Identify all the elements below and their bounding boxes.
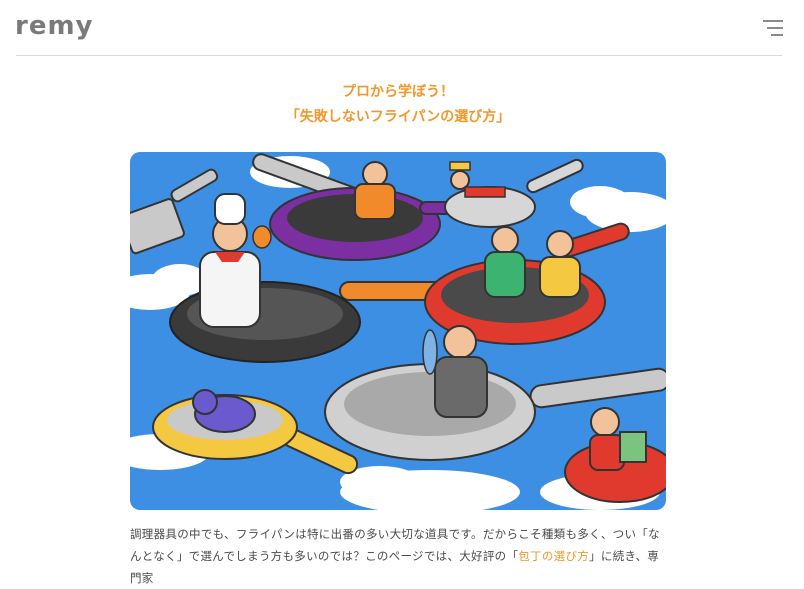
- article-title: プロから学ぼう！ 「失敗しないフライパンの選び方」: [130, 80, 666, 130]
- article-body: 調理器具の中でも、フライパンは特に出番の多い大切な道具です。だからこそ種類も多く…: [130, 523, 670, 589]
- knife-guide-link[interactable]: 包丁の選び方: [518, 549, 589, 563]
- article-title-line1: プロから学ぼう！: [342, 84, 454, 100]
- site-logo[interactable]: remy: [15, 11, 94, 41]
- hamburger-menu-icon[interactable]: [763, 20, 783, 36]
- article-title-line2: 「失敗しないフライパンの選び方」: [285, 109, 511, 125]
- header-divider: [16, 55, 782, 56]
- site-header: remy: [0, 0, 804, 56]
- hero-illustration: [130, 152, 666, 510]
